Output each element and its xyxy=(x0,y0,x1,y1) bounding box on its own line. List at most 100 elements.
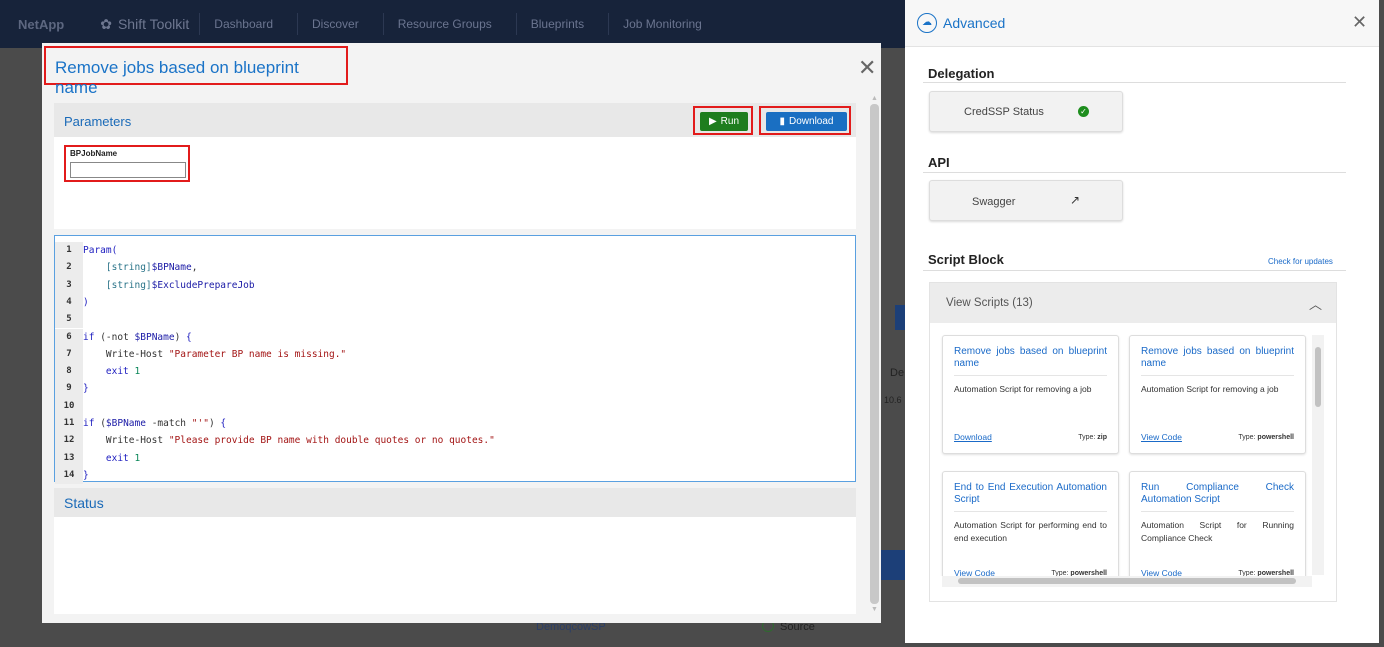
code-line: [string]$BPName, xyxy=(105,262,198,274)
line-number: 8 xyxy=(55,363,83,381)
code-editor[interactable]: 1 Param(2 [string]$BPName, 3 [string]$Excl… xyxy=(54,235,856,485)
code-line: } xyxy=(83,469,89,481)
panel-header: ☁ Advanced ✕ xyxy=(905,0,1379,47)
status-body xyxy=(54,517,856,614)
swagger-label: Swagger xyxy=(972,196,1016,208)
line-number: 3 xyxy=(55,276,83,294)
divider xyxy=(923,270,1346,271)
line-number: 11 xyxy=(55,415,83,433)
line-number: 4 xyxy=(55,293,83,312)
script-description: Automation Script for Running Compliance… xyxy=(1141,520,1294,543)
script-action-link[interactable]: View Code xyxy=(954,568,995,576)
brand: ✿ Shift Toolkit xyxy=(100,16,189,33)
script-title[interactable]: Run Compliance Check Automation Script xyxy=(1141,482,1294,512)
code-line: if (-not $BPName) { xyxy=(83,331,192,343)
download-button[interactable]: ▮ Download xyxy=(766,112,847,131)
line-number: 12 xyxy=(55,432,83,450)
line-number: 10 xyxy=(55,397,83,415)
view-scripts-label: View Scripts (13) xyxy=(946,297,1033,309)
code-line: [string]$ExcludePrepareJob xyxy=(105,279,255,291)
nav-resource-groups[interactable]: Resource Groups xyxy=(382,13,506,35)
chevron-up-icon: ︿ xyxy=(1308,297,1322,312)
line-number: 2 xyxy=(55,259,83,277)
run-button[interactable]: ▶ Run xyxy=(700,112,748,131)
swagger-button[interactable]: Swagger ↗ xyxy=(929,180,1123,221)
type-value: zip xyxy=(1097,434,1107,441)
bg-button xyxy=(895,305,905,330)
external-link-icon: ↗ xyxy=(1070,193,1081,207)
brand-name: Shift Toolkit xyxy=(117,16,190,32)
script-title[interactable]: Remove jobs based on blueprint name xyxy=(954,346,1107,376)
divider xyxy=(923,172,1346,173)
credssp-label: CredSSP Status xyxy=(964,106,1044,118)
type-value: powershell xyxy=(1257,434,1294,441)
top-navigation: NetApp ✿ Shift Toolkit Dashboard Discover… xyxy=(0,0,905,48)
netapp-logo: NetApp xyxy=(18,16,65,32)
delegation-heading: Delegation xyxy=(928,66,995,81)
close-icon[interactable]: ✕ xyxy=(858,55,876,81)
close-icon[interactable]: ✕ xyxy=(1352,12,1367,33)
view-scripts-header[interactable]: View Scripts (13) ︿ xyxy=(930,283,1336,323)
bpjobname-input[interactable] xyxy=(70,162,186,178)
script-title[interactable]: End to End Execution Automation Script xyxy=(954,482,1107,512)
nav-dashboard[interactable]: Dashboard xyxy=(199,13,287,35)
script-description: Automation Script for removing a job xyxy=(954,384,1092,394)
code-line: Write-Host "Please provide BP name with … xyxy=(105,435,495,447)
parameters-header: Parameters ▶ Run ▮ Download xyxy=(54,103,856,137)
script-card: End to End Execution Automation Script A… xyxy=(942,471,1119,576)
panel-title: Advanced xyxy=(943,15,1006,31)
vertical-scrollbar[interactable] xyxy=(1312,335,1324,575)
modal-scrollbar[interactable]: ▲ ▼ xyxy=(869,95,880,620)
file-icon: ▮ xyxy=(779,116,786,127)
bg-ip: 10.6 xyxy=(884,395,902,405)
code-line: exit 1 xyxy=(105,366,141,378)
modal-title: Remove jobs based on blueprint name xyxy=(44,46,348,97)
credssp-status-button[interactable]: CredSSP Status ✓ xyxy=(929,91,1123,132)
status-header: Status xyxy=(54,488,856,517)
code-line: Param( xyxy=(83,245,118,256)
nav-blueprints[interactable]: Blueprints xyxy=(515,13,598,35)
script-title[interactable]: Remove jobs based on blueprint name xyxy=(1141,346,1294,376)
type-prefix: Type: xyxy=(1078,434,1096,441)
nav-discover[interactable]: Discover xyxy=(297,13,373,35)
code-line: } xyxy=(83,383,89,395)
line-number: 14 xyxy=(55,466,83,485)
script-action-link[interactable]: View Code xyxy=(1141,568,1182,576)
script-description: Automation Script for performing end to … xyxy=(954,520,1107,543)
advanced-panel: ☁ Advanced ✕ Delegation CredSSP Status ✓… xyxy=(905,0,1379,643)
check-for-updates-link[interactable]: Check for updates xyxy=(1268,257,1333,266)
divider xyxy=(923,82,1346,83)
scripts-list: Remove jobs based on blueprint name Auto… xyxy=(930,323,1324,576)
download-label: Download xyxy=(789,116,834,127)
api-heading: API xyxy=(928,155,950,170)
line-number: 6 xyxy=(55,328,83,346)
script-action-link[interactable]: Download xyxy=(954,432,992,442)
code-line: exit 1 xyxy=(105,452,141,464)
code-line: Write-Host "Parameter BP name is missing… xyxy=(105,348,347,360)
horizontal-scrollbar[interactable] xyxy=(942,576,1312,587)
parameters-body: BPJobName xyxy=(54,137,856,229)
type-prefix: Type: xyxy=(1238,434,1256,441)
shift-logo-icon: ✿ xyxy=(100,15,112,32)
script-block-heading: Script Block xyxy=(928,252,1004,267)
code-line: if ($BPName -match "'") { xyxy=(83,418,227,429)
bg-bar xyxy=(881,550,905,580)
script-card: Run Compliance Check Automation Script A… xyxy=(1129,471,1306,576)
param-label: BPJobName xyxy=(70,149,118,158)
script-modal: Remove jobs based on blueprint name ✕ Pa… xyxy=(42,43,881,623)
line-number: 5 xyxy=(55,311,83,329)
nav-job-monitoring[interactable]: Job Monitoring xyxy=(608,13,716,35)
line-number: 9 xyxy=(55,380,83,398)
code-line: ) xyxy=(83,296,89,308)
parameters-label: Parameters xyxy=(64,114,132,129)
run-label: Run xyxy=(720,116,740,127)
script-action-link[interactable]: View Code xyxy=(1141,432,1182,442)
play-icon: ▶ xyxy=(708,116,717,127)
line-number: 13 xyxy=(55,449,83,467)
cloud-icon: ☁ xyxy=(917,13,937,33)
line-number: 1 xyxy=(55,242,83,260)
script-type: Type: powershell xyxy=(1238,434,1294,441)
view-scripts-accordion: View Scripts (13) ︿ Remove jobs based on … xyxy=(929,282,1337,602)
script-type: Type: zip xyxy=(1078,434,1107,441)
line-number: 7 xyxy=(55,345,83,364)
